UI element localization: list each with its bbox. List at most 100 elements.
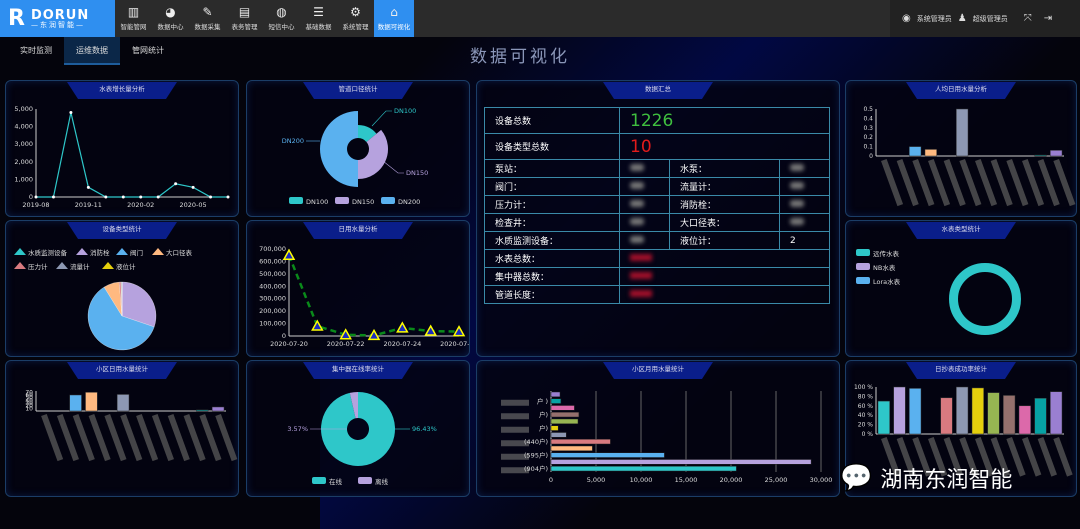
bar <box>550 405 575 411</box>
nav-item-6[interactable]: ⚙ 系统管理 <box>337 0 374 37</box>
subtab-2[interactable]: 管网统计 <box>120 37 176 65</box>
logout-icon[interactable]: ⇥ <box>1044 13 1052 24</box>
top-nav: R DORUN —东润智能— ▥ 智能管网 ◕ 数据中心 ✎ 数据采集 ▤ 表务管理 ◍ 短信中心 ☰ 基… <box>0 0 1080 37</box>
tick-label: 80 % <box>858 393 874 400</box>
data-point <box>139 195 143 199</box>
district_month-chart: 0 5,000 10,000 15,000 20,000 25,000 30,000 (904… <box>501 391 833 484</box>
nav-item-1[interactable]: ◕ 数据中心 <box>152 0 189 37</box>
legend-swatch[interactable] <box>381 197 395 204</box>
bar <box>550 432 567 438</box>
user-icon: ♟ <box>957 13 967 24</box>
legend-triangle[interactable] <box>76 248 88 255</box>
legend-triangle[interactable] <box>102 262 114 269</box>
bar <box>909 388 922 435</box>
nav-label: 数据可视化 <box>377 23 411 31</box>
legend-label[interactable]: DN200 <box>398 198 420 206</box>
user-name[interactable]: 超级管理员 <box>973 14 1008 24</box>
tick-label: 2020-07-26 <box>440 340 469 348</box>
tick-label: 2020-07-24 <box>383 340 421 348</box>
legend-triangle[interactable] <box>14 248 26 255</box>
level-value: 2 <box>790 235 796 246</box>
legend-swatch[interactable] <box>358 477 372 484</box>
blurred-label <box>501 426 529 433</box>
label-line <box>371 110 392 127</box>
meter-label: 水表总数： <box>484 249 620 268</box>
legend-label[interactable]: NB水表 <box>873 263 896 272</box>
tick-label: 10,000 <box>630 476 653 484</box>
nav-label: 基础数据 <box>305 23 332 31</box>
bar <box>550 459 812 465</box>
series-line <box>36 112 228 198</box>
bar <box>1003 395 1016 435</box>
subtab-0[interactable]: 实时监测 <box>8 37 64 65</box>
panel-devtype: 设备类型统计 水质监测设备 消防栓 阀门 大口径表 压力计 流量计 液位计 <box>5 220 239 357</box>
tick-label: 30,000 <box>810 476 833 484</box>
legend-label[interactable]: 离线 <box>375 477 389 486</box>
slice-label: DN150 <box>406 169 428 177</box>
pie-chart-icon: ◕ <box>165 5 176 19</box>
legend-swatch[interactable] <box>856 249 870 256</box>
legend-triangle[interactable] <box>116 248 128 255</box>
legend-triangle[interactable] <box>56 262 68 269</box>
nav-item-3[interactable]: ▤ 表务管理 <box>226 0 263 37</box>
tick-label: 0 <box>282 332 286 340</box>
user-role[interactable]: 系统管理员 <box>917 14 952 24</box>
legend-triangle[interactable] <box>14 262 26 269</box>
bar <box>550 466 737 472</box>
legend-swatch[interactable] <box>335 197 349 204</box>
panel-daily: 日用水量分析 0 100,000 200,000 300,000 400,000 500,0… <box>246 220 470 357</box>
legend-label[interactable]: Lora水表 <box>873 277 901 286</box>
data-point <box>69 111 73 115</box>
blurred-value <box>790 217 804 225</box>
tick-label: 600,000 <box>259 257 286 265</box>
bar <box>196 409 209 412</box>
blurred-value <box>630 199 644 207</box>
tick-label: 0 <box>869 153 873 160</box>
nav-item-2[interactable]: ✎ 数据采集 <box>189 0 226 37</box>
logo[interactable]: R DORUN —东润智能— <box>0 0 115 37</box>
legend-triangle[interactable] <box>152 248 164 255</box>
legend-swatch[interactable] <box>856 277 870 284</box>
legend-label[interactable]: 大口径表 <box>166 248 193 257</box>
tick-label: 500,000 <box>259 270 286 278</box>
blurred-label <box>501 399 529 406</box>
legend-swatch[interactable] <box>856 263 870 270</box>
nav-item-5[interactable]: ☰ 基础数据 <box>300 0 337 37</box>
legend-swatch[interactable] <box>289 197 303 204</box>
tick-label: 0.2 <box>863 134 873 141</box>
legend-label[interactable]: 远传水表 <box>873 249 900 258</box>
legend-label[interactable]: 消防栓 <box>90 248 110 257</box>
legend-label[interactable]: 在线 <box>329 477 343 486</box>
legend-label[interactable]: 水质监测设备 <box>28 248 68 257</box>
legend-label[interactable]: DN100 <box>306 198 328 206</box>
nav-label: 数据中心 <box>157 23 184 31</box>
tick-label: 2019-08 <box>22 201 49 209</box>
data-point <box>51 195 55 199</box>
tick-label: (595户) <box>524 451 548 460</box>
bar <box>550 439 611 445</box>
legend-label[interactable]: DN150 <box>352 198 374 206</box>
slice-label: DN100 <box>394 107 416 115</box>
total-value: 1226 <box>619 107 830 134</box>
bar <box>971 387 984 435</box>
blurred-x-label <box>1053 436 1073 477</box>
nav-label: 短信中心 <box>268 23 295 31</box>
panel-growth: 水表增长量分析 0 1,000 2,000 3,000 4,000 5,000 2019-08… <box>5 80 239 217</box>
bar <box>1050 391 1063 435</box>
slice-label: DN200 <box>282 137 304 145</box>
document-icon: ▤ <box>238 5 251 19</box>
logo-subtext: —东润智能— <box>30 20 85 29</box>
legend-swatch[interactable] <box>312 477 326 484</box>
nav-item-4[interactable]: ◍ 短信中心 <box>263 0 300 37</box>
legend-label[interactable]: 流量计 <box>70 262 90 271</box>
legend-label[interactable]: 压力计 <box>28 262 48 271</box>
growth-chart: 0 1,000 2,000 3,000 4,000 5,000 2019-08 2019-11… <box>14 105 230 209</box>
page-title: 数据可视化 <box>470 47 570 67</box>
nav-item-7[interactable]: ⌂ 数据可视化 <box>374 0 414 37</box>
blurred-value <box>630 289 652 297</box>
subtab-1[interactable]: 运维数据 <box>64 37 120 65</box>
fullscreen-icon[interactable]: ⤧ <box>1024 13 1032 24</box>
legend-label[interactable]: 阀门 <box>130 248 143 257</box>
nav-item-0[interactable]: ▥ 智能管网 <box>115 0 152 37</box>
legend-label[interactable]: 液位计 <box>116 262 136 271</box>
